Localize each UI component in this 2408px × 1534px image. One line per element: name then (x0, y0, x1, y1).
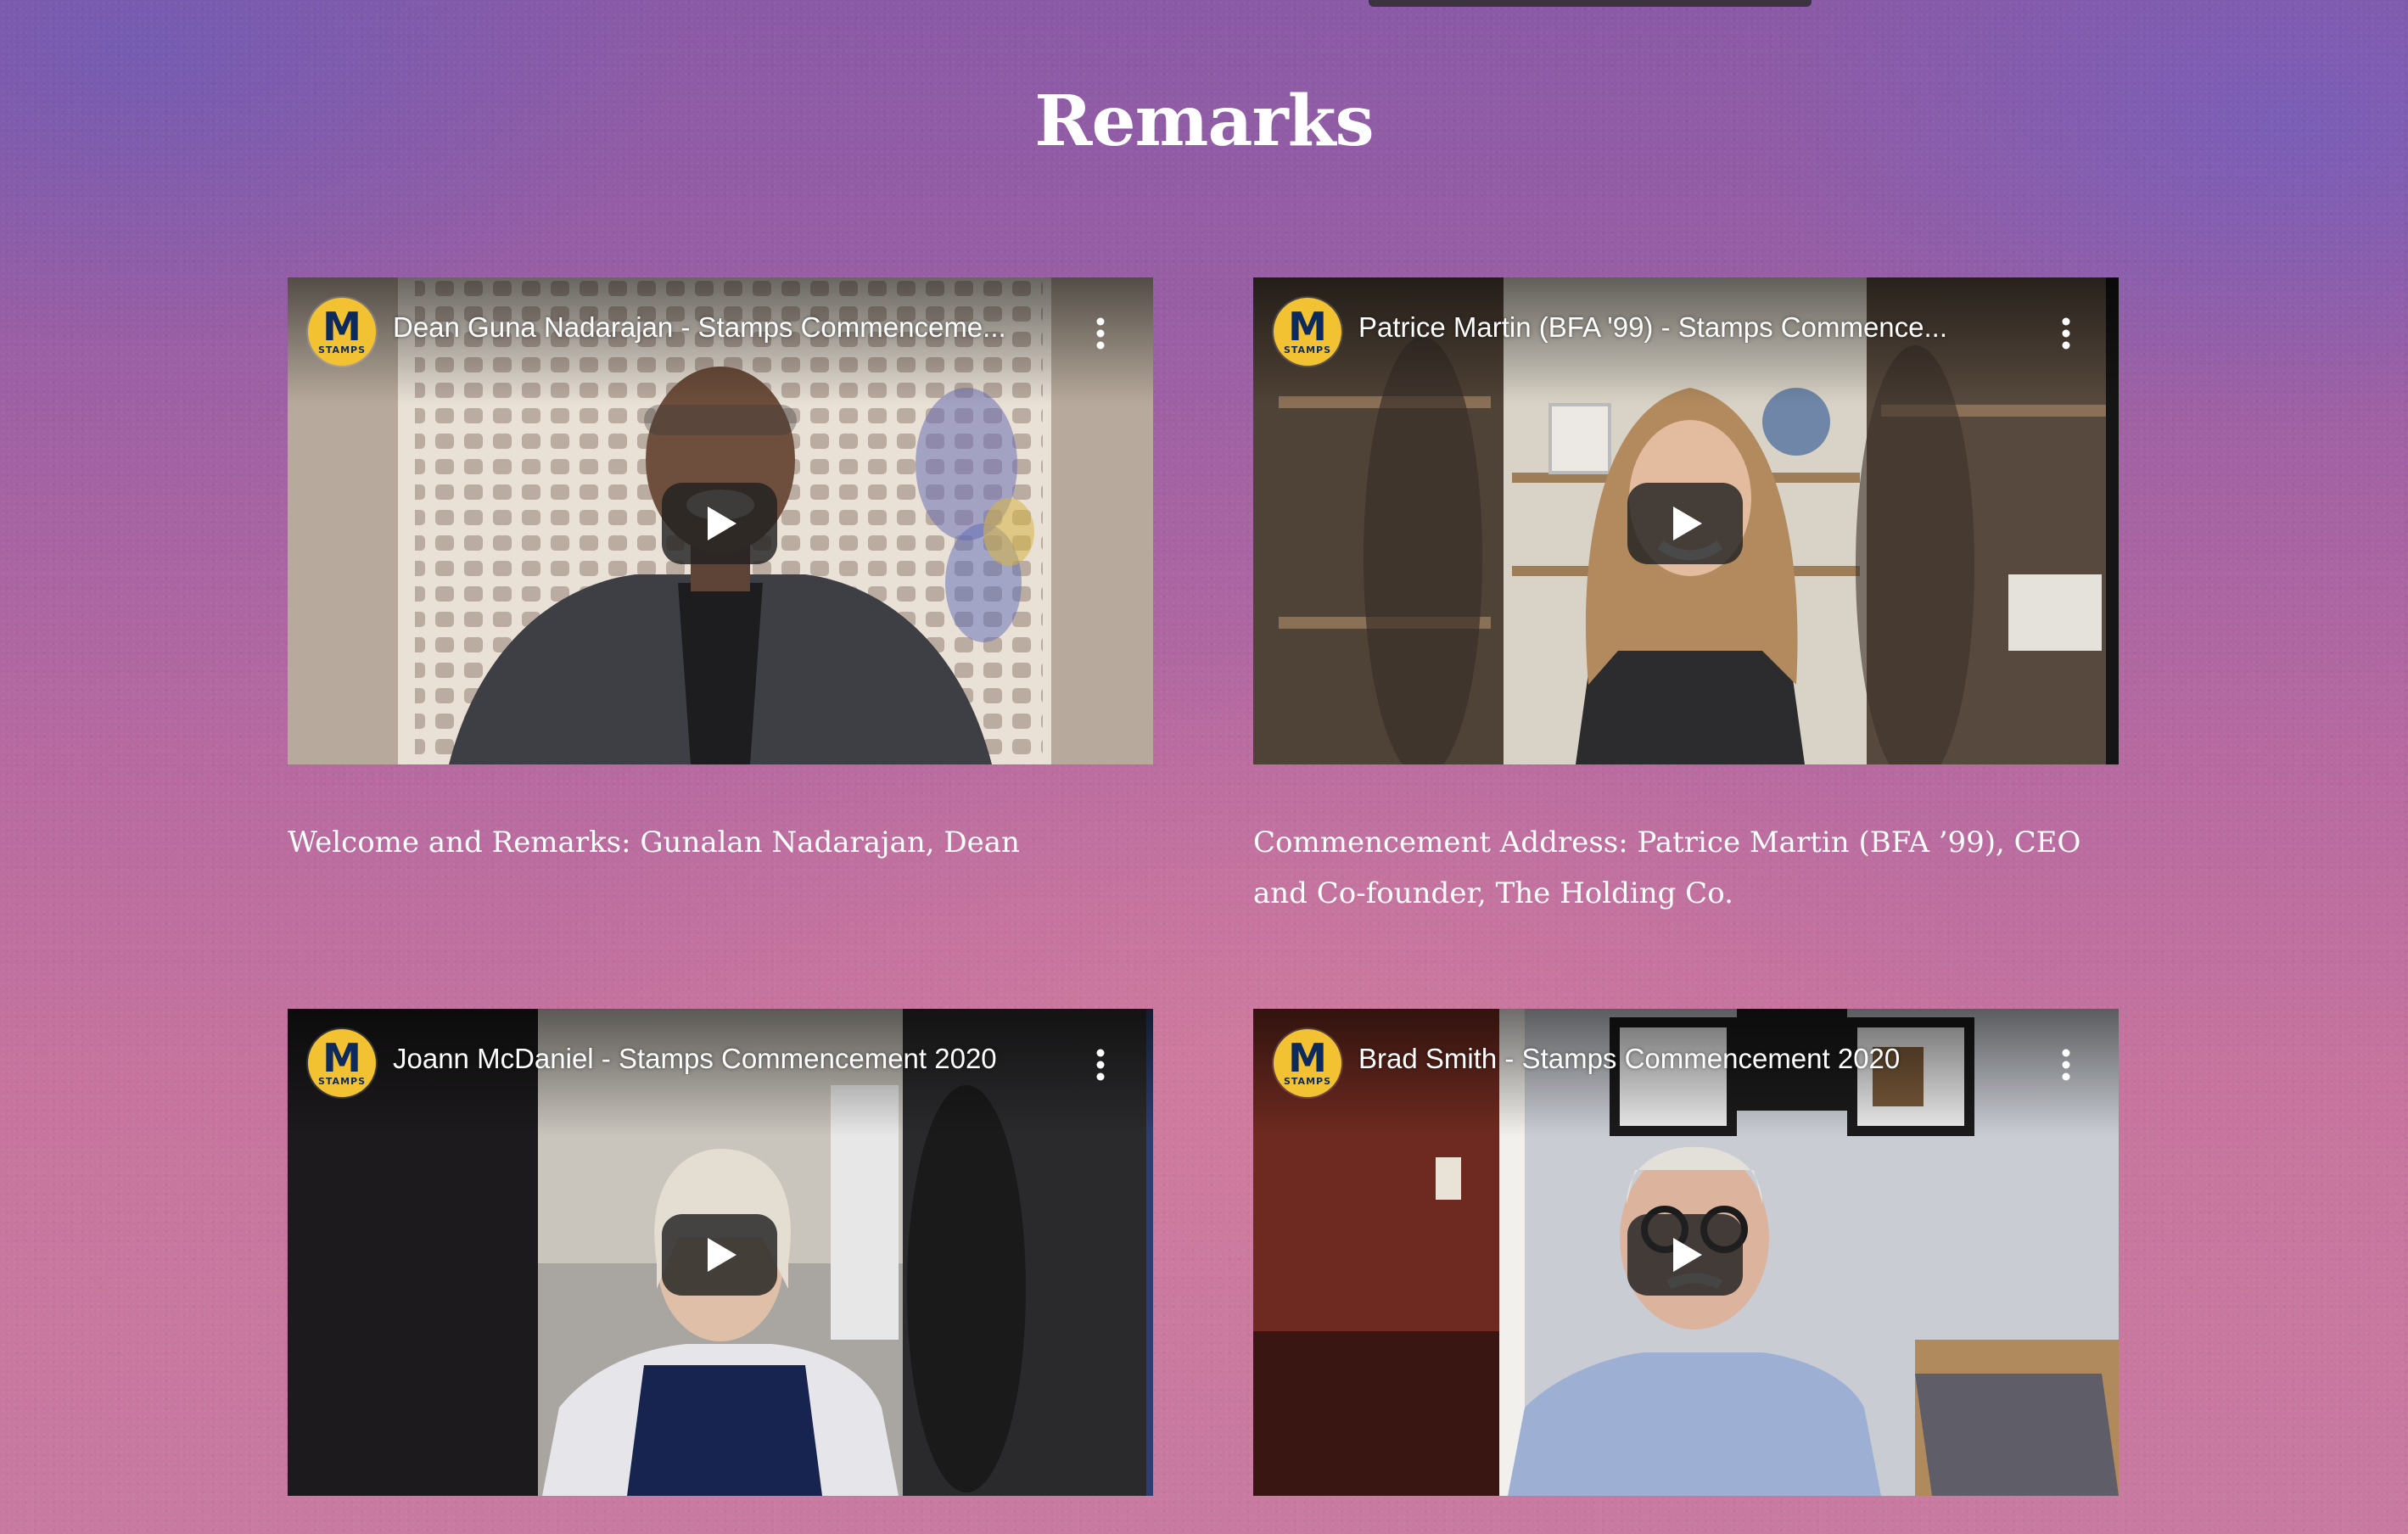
channel-logo-letter: M (322, 1035, 361, 1081)
play-icon (1673, 507, 1702, 540)
channel-logo-subtitle: STAMPS (317, 1076, 366, 1087)
more-vertical-icon[interactable] (1092, 315, 1109, 352)
more-vertical-icon[interactable] (1092, 1046, 1109, 1083)
video-title[interactable]: Brad Smith - Stamps Commencement 2020 (1358, 1043, 2020, 1075)
top-menu-bar-edge (1369, 0, 1812, 7)
channel-logo-letter: M (322, 304, 361, 350)
channel-logo[interactable]: M STAMPS (1274, 298, 1341, 366)
play-button[interactable] (662, 483, 777, 564)
channel-logo-subtitle: STAMPS (317, 344, 366, 356)
video-player[interactable]: M STAMPS Joann McDaniel - Stamps Commenc… (288, 1009, 1153, 1496)
video-card: M STAMPS Brad Smith - Stamps Commencemen… (1253, 1009, 2119, 1496)
channel-logo-letter: M (1288, 304, 1327, 350)
play-button[interactable] (662, 1214, 777, 1296)
video-player[interactable]: M STAMPS Dean Guna Nadarajan - Stamps Co… (288, 277, 1153, 764)
video-player[interactable]: M STAMPS Patrice Martin (BFA '99) - Stam… (1253, 277, 2119, 764)
video-player[interactable]: M STAMPS Brad Smith - Stamps Commencemen… (1253, 1009, 2119, 1496)
play-icon (1673, 1238, 1702, 1272)
play-button[interactable] (1627, 1214, 1743, 1296)
channel-logo-letter: M (1288, 1035, 1327, 1081)
more-vertical-icon[interactable] (2058, 1046, 2075, 1083)
play-icon (708, 1238, 736, 1272)
video-caption: Welcome and Remarks: Gunalan Nadarajan, … (288, 826, 1020, 859)
video-card: M STAMPS Patrice Martin (BFA '99) - Stam… (1253, 277, 2119, 919)
video-card: M STAMPS Dean Guna Nadarajan - Stamps Co… (288, 277, 1153, 868)
video-caption: Commencement Address: Patrice Martin (BF… (1253, 826, 2081, 910)
channel-logo[interactable]: M STAMPS (1274, 1029, 1341, 1097)
channel-logo[interactable]: M STAMPS (308, 1029, 376, 1097)
channel-logo[interactable]: M STAMPS (308, 298, 376, 366)
channel-logo-subtitle: STAMPS (1283, 1076, 1331, 1087)
more-vertical-icon[interactable] (2058, 315, 2075, 352)
video-title[interactable]: Joann McDaniel - Stamps Commencement 202… (393, 1043, 1055, 1075)
play-icon (708, 507, 736, 540)
video-title[interactable]: Dean Guna Nadarajan - Stamps Commenceme.… (393, 311, 1055, 344)
video-title[interactable]: Patrice Martin (BFA '99) - Stamps Commen… (1358, 311, 2020, 344)
video-card: M STAMPS Joann McDaniel - Stamps Commenc… (288, 1009, 1153, 1496)
play-button[interactable] (1627, 483, 1743, 564)
section-title: Remarks (1034, 81, 1374, 162)
channel-logo-subtitle: STAMPS (1283, 344, 1331, 356)
